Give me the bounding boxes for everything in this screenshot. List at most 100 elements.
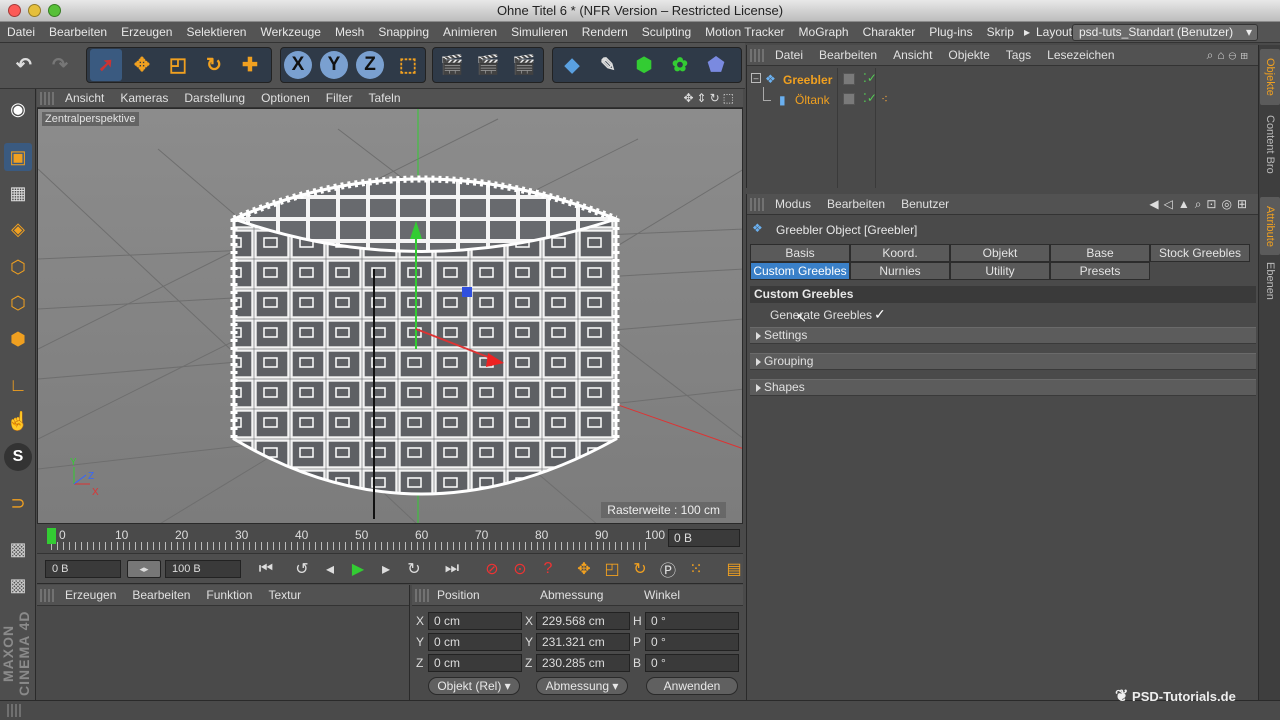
key-rotate-icon[interactable]: ↻ <box>627 556 653 582</box>
record-icon[interactable]: ⊘ <box>479 556 505 582</box>
grip-icon[interactable] <box>750 48 764 62</box>
prev-frame-icon[interactable]: ◂ <box>317 556 343 582</box>
grip-icon[interactable] <box>40 588 54 602</box>
axis-mode-icon[interactable]: ∟ <box>4 371 32 399</box>
tab-presets[interactable]: Presets <box>1050 262 1150 280</box>
workplane-icon[interactable]: ◈ <box>4 215 32 243</box>
menu-charakter[interactable]: Charakter <box>856 22 923 43</box>
obj-menu-objekte[interactable]: Objekte <box>940 45 997 66</box>
tab-koord[interactable]: Koord. <box>850 244 950 262</box>
grip-icon[interactable] <box>750 197 764 211</box>
select-icon[interactable]: ➚ <box>90 49 122 81</box>
visibility-icon[interactable] <box>843 93 855 105</box>
3d-viewport[interactable]: Y Z X Zentralperspektive Rasterweite : 1… <box>37 108 743 524</box>
layout-dropdown[interactable]: psd-tuts_Standart (Benutzer) ▾ <box>1072 24 1258 41</box>
viewport-nav-icons[interactable]: ✥⇕↻⬚ <box>683 91 737 105</box>
group-shapes[interactable]: Shapes <box>750 379 1256 396</box>
grip-icon[interactable] <box>7 704 21 717</box>
goto-end-icon[interactable]: ⏭ <box>439 556 465 582</box>
menu-animieren[interactable]: Animieren <box>436 22 504 43</box>
object-row-oiltank[interactable]: ▮ Öltank ⁚✓ ⁖ <box>751 87 1256 109</box>
redo-icon[interactable]: ↷ <box>44 49 76 81</box>
current-frame-field[interactable]: 0 B <box>668 529 740 547</box>
start-frame-field[interactable]: 0 B <box>45 560 121 578</box>
axis-y-icon[interactable]: Y <box>320 51 348 79</box>
vp-menu-filter[interactable]: Filter <box>318 89 361 108</box>
obj-menu-lesezeichen[interactable]: Lesezeichen <box>1039 45 1122 66</box>
coord-system-icon[interactable]: ⬚ <box>392 49 424 81</box>
pos-y-field[interactable]: 0 cm <box>428 633 522 651</box>
tab-objekt[interactable]: Objekt <box>950 244 1050 262</box>
z-handle[interactable] <box>462 287 472 297</box>
menu-skript[interactable]: Skrip <box>980 22 1021 43</box>
pos-x-field[interactable]: 0 cm <box>428 612 522 630</box>
axis-x-icon[interactable]: X <box>284 51 312 79</box>
tab-utility[interactable]: Utility <box>950 262 1050 280</box>
vp-menu-darstellung[interactable]: Darstellung <box>176 89 253 108</box>
menu-snapping[interactable]: Snapping <box>371 22 436 43</box>
menu-sculpting[interactable]: Sculpting <box>635 22 698 43</box>
vp-menu-kameras[interactable]: Kameras <box>112 89 176 108</box>
vp-menu-ansicht[interactable]: Ansicht <box>57 89 112 108</box>
scale-icon[interactable]: ◰ <box>162 49 194 81</box>
key-pla-icon[interactable]: ⁙ <box>683 556 709 582</box>
model-mode-icon[interactable]: ▣ <box>4 143 32 171</box>
magnet-icon[interactable]: ⊃ <box>4 489 32 517</box>
spline-icon[interactable]: ✎ <box>592 49 624 81</box>
menu-werkzeuge[interactable]: Werkzeuge <box>253 22 327 43</box>
menu-simulieren[interactable]: Simulieren <box>504 22 575 43</box>
size-y-field[interactable]: 231.321 cm <box>536 633 630 651</box>
range-slider[interactable]: ◂▸ <box>127 560 161 578</box>
nurbs-icon[interactable]: ⬢ <box>628 49 660 81</box>
cube-icon[interactable]: ◆ <box>556 49 588 81</box>
key-param-icon[interactable]: Ⓟ <box>655 556 681 582</box>
rot-b-field[interactable]: 0 ° <box>645 654 739 672</box>
render-picture-icon[interactable]: 🎬 <box>472 49 504 81</box>
tab-nurnies[interactable]: Nurnies <box>850 262 950 280</box>
object-manager-tools[interactable]: ⌕⌂⊖⊞ <box>1207 48 1252 63</box>
pos-z-field[interactable]: 0 cm <box>428 654 522 672</box>
texture-mode-icon[interactable]: ▦ <box>4 179 32 207</box>
menu-mograph[interactable]: MoGraph <box>792 22 856 43</box>
grip-icon[interactable] <box>40 91 54 105</box>
menu-more-icon[interactable]: ▸ <box>1021 22 1033 43</box>
move-icon[interactable]: ✥ <box>126 49 158 81</box>
render-view-icon[interactable]: 🎬 <box>436 49 468 81</box>
tab-custom-greebles[interactable]: Custom Greebles <box>750 262 850 280</box>
polygons-mode-icon[interactable]: ⬢ <box>4 325 32 353</box>
array-icon[interactable]: ✿ <box>664 49 696 81</box>
group-settings[interactable]: Settings <box>750 327 1256 344</box>
size-z-field[interactable]: 230.285 cm <box>536 654 630 672</box>
attr-menu-bearbeiten[interactable]: Bearbeiten <box>819 194 893 215</box>
vp-menu-optionen[interactable]: Optionen <box>253 89 318 108</box>
mat-menu-textur[interactable]: Textur <box>260 585 309 606</box>
snap-icon[interactable]: S <box>4 443 32 471</box>
points-mode-icon[interactable]: ⬡ <box>4 253 32 281</box>
end-frame-field[interactable]: 100 B <box>165 560 241 578</box>
menu-mesh[interactable]: Mesh <box>328 22 371 43</box>
object-row-greebler[interactable]: – ❖ Greebler ⁚✓ <box>751 71 1256 89</box>
autokey-icon[interactable]: ⊙ <box>507 556 533 582</box>
menu-motion-tracker[interactable]: Motion Tracker <box>698 22 791 43</box>
expand-icon[interactable]: – <box>751 73 761 83</box>
menu-selektieren[interactable]: Selektieren <box>179 22 253 43</box>
attr-menu-modus[interactable]: Modus <box>767 194 819 215</box>
play-icon[interactable]: ▶ <box>345 556 371 582</box>
grip-icon[interactable] <box>415 588 429 602</box>
goto-start-icon[interactable]: ⏮ <box>253 556 279 582</box>
mat-menu-bearbeiten[interactable]: Bearbeiten <box>124 585 198 606</box>
key-move-icon[interactable]: ✥ <box>571 556 597 582</box>
attr-menu-benutzer[interactable]: Benutzer <box>893 194 957 215</box>
obj-menu-datei[interactable]: Datei <box>767 45 811 66</box>
menu-erzeugen[interactable]: Erzeugen <box>114 22 179 43</box>
rotate-icon[interactable]: ↻ <box>198 49 230 81</box>
tab-basis[interactable]: Basis <box>750 244 850 262</box>
obj-menu-ansicht[interactable]: Ansicht <box>885 45 940 66</box>
coord-mode-dropdown[interactable]: Objekt (Rel) ▾ <box>428 677 520 695</box>
size-x-field[interactable]: 229.568 cm <box>536 612 630 630</box>
mat-menu-funktion[interactable]: Funktion <box>198 585 260 606</box>
grid-icon[interactable]: ▩ <box>4 571 32 599</box>
obj-menu-tags[interactable]: Tags <box>998 45 1039 66</box>
side-tab-content-browser[interactable]: Content Bro <box>1260 109 1280 179</box>
group-grouping[interactable]: Grouping <box>750 353 1256 370</box>
